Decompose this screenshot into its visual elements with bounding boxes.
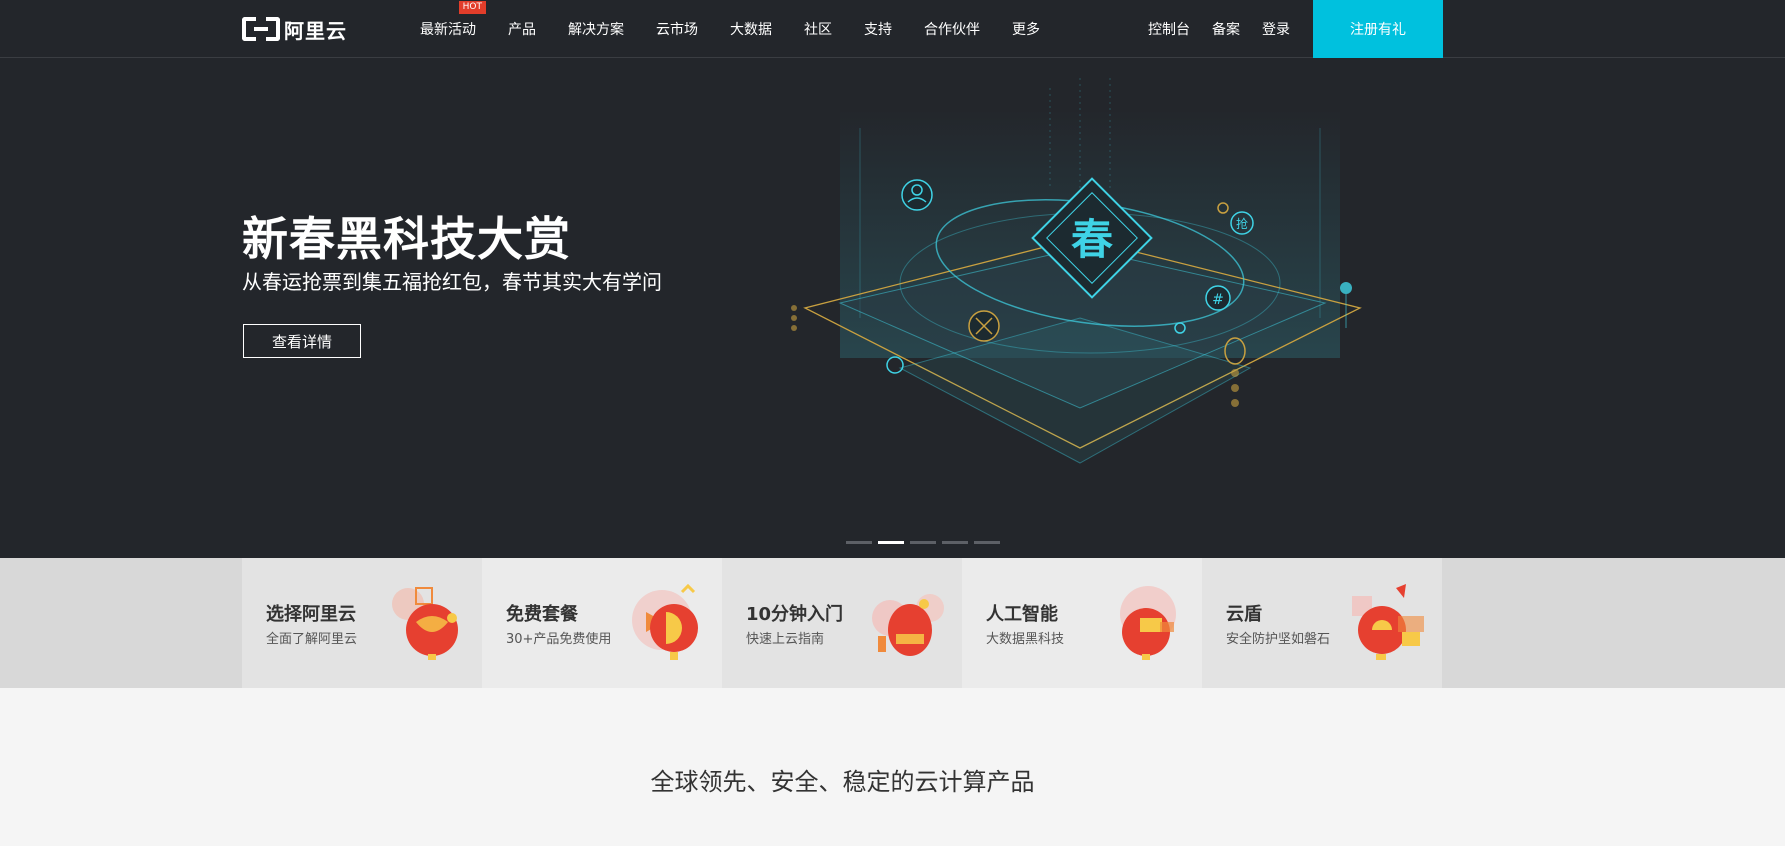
nav-item-big-data[interactable]: 大数据 (730, 19, 772, 39)
carousel-dot-2[interactable] (878, 541, 904, 544)
account-links: 控制台 备案 登录 (1148, 0, 1312, 58)
nav-item-more[interactable]: 更多 (1012, 19, 1040, 39)
feature-card-cloud-shield[interactable]: 云盾 安全防护坚如磐石 (1202, 558, 1442, 688)
nav-item-support[interactable]: 支持 (864, 19, 892, 39)
feature-card-title: 选择阿里云 (266, 604, 356, 625)
aliyun-logo[interactable]: 阿里云 (242, 16, 347, 43)
rooster-illustration-icon (392, 587, 458, 660)
feature-card-subtitle: 大数据黑科技 (986, 632, 1065, 647)
carousel-indicators (846, 541, 1006, 544)
feature-card-quick-start[interactable]: 10分钟入门 快速上云指南 (722, 558, 962, 688)
carousel-dot-1[interactable] (846, 541, 872, 544)
login-link[interactable]: 登录 (1262, 19, 1290, 39)
hero-banner: 新春黑科技大赏 从春运抢票到集五福抢红包，春节其实大有学问 查看详情 春 # 抢 (0, 58, 1785, 558)
nav-item-solutions[interactable]: 解决方案 (568, 19, 624, 39)
main-nav: 最新活动 HOT 产品 解决方案 云市场 大数据 社区 支持 合作伙伴 更多 (420, 0, 1072, 58)
carousel-dot-4[interactable] (942, 541, 968, 544)
feature-cards: 选择阿里云 全面了解阿里云 免费套餐 30+产品免费使用 10分钟入门 快速上云… (242, 558, 1443, 688)
logo-text: 阿里云 (284, 18, 347, 43)
rooster-illustration-icon (1120, 586, 1176, 660)
register-button[interactable]: 注册有礼 (1313, 0, 1443, 58)
top-navigation-bar: 阿里云 最新活动 HOT 产品 解决方案 云市场 大数据 社区 支持 合作伙伴 … (0, 0, 1785, 58)
nav-item-label: 最新活动 (420, 22, 476, 38)
feature-card-choose-aliyun[interactable]: 选择阿里云 全面了解阿里云 (242, 558, 482, 688)
nav-item-community[interactable]: 社区 (804, 19, 832, 39)
hot-badge: HOT (458, 1, 486, 14)
rooster-illustration-icon (1352, 584, 1424, 660)
hero-subtitle: 从春运抢票到集五福抢红包，春节其实大有学问 (242, 270, 662, 294)
hash-icon: # (1212, 292, 1224, 308)
nav-item-products[interactable]: 产品 (508, 19, 536, 39)
feature-card-free-plan[interactable]: 免费套餐 30+产品免费使用 (482, 558, 722, 688)
filing-link[interactable]: 备案 (1212, 19, 1240, 39)
view-details-button[interactable]: 查看详情 (243, 324, 361, 358)
feature-card-subtitle: 30+产品免费使用 (506, 632, 612, 647)
carousel-dot-3[interactable] (910, 541, 936, 544)
feature-card-ai[interactable]: 人工智能 大数据黑科技 (962, 558, 1202, 688)
feature-card-title: 云盾 (1226, 604, 1262, 625)
hero-title: 新春黑科技大赏 (242, 212, 571, 266)
grab-icon: 抢 (1236, 216, 1248, 231)
nav-item-partners[interactable]: 合作伙伴 (924, 19, 980, 39)
section-title: 全球领先、安全、稳定的云计算产品 (650, 768, 1035, 796)
feature-card-title: 人工智能 (986, 604, 1058, 625)
feature-strip: 选择阿里云 全面了解阿里云 免费套餐 30+产品免费使用 10分钟入门 快速上云… (0, 558, 1785, 688)
rooster-illustration-icon (632, 583, 698, 660)
console-link[interactable]: 控制台 (1148, 19, 1190, 39)
emblem-character: 春 (1071, 215, 1113, 264)
feature-card-title: 免费套餐 (506, 604, 578, 625)
spring-festival-illustration: 春 # 抢 (791, 78, 1362, 464)
nav-item-latest-events[interactable]: 最新活动 HOT (420, 1, 486, 39)
feature-card-subtitle: 全面了解阿里云 (266, 632, 358, 647)
feature-card-subtitle: 快速上云指南 (746, 632, 825, 647)
rooster-illustration-icon (872, 594, 944, 656)
aliyun-logo-icon (242, 17, 280, 41)
nav-item-marketplace[interactable]: 云市场 (656, 19, 698, 39)
carousel-dot-5[interactable] (974, 541, 1000, 544)
feature-card-subtitle: 安全防护坚如磐石 (1226, 632, 1331, 647)
feature-card-title: 10分钟入门 (746, 604, 844, 625)
